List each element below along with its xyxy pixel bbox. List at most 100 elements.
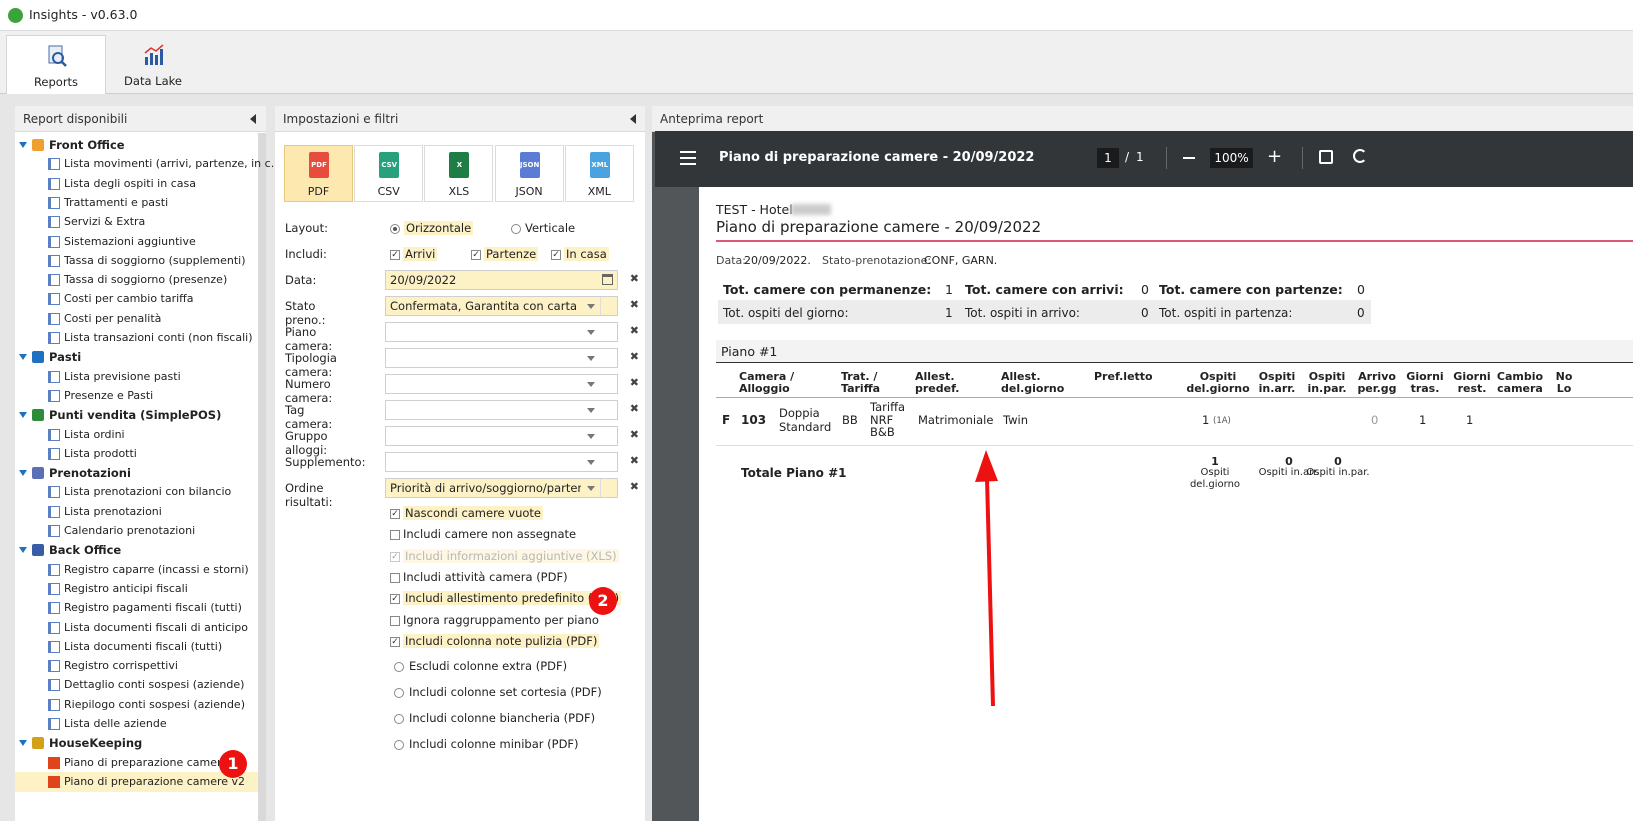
option-checkbox[interactable]: ✓ [390, 594, 400, 605]
tree-item[interactable]: Lista documenti fiscali di anticipo [15, 618, 258, 638]
includi-checkbox[interactable]: ✓ [390, 250, 400, 260]
dropdown-arrow-icon[interactable] [587, 408, 595, 413]
tree-item[interactable]: Servizi & Extra [15, 212, 258, 232]
tree-group[interactable]: Front Office [15, 135, 258, 155]
format-xml-button[interactable]: XML XML [564, 145, 634, 202]
clear-icon[interactable]: ✖ [630, 350, 639, 363]
clear-icon[interactable]: ✖ [630, 454, 639, 467]
tree-item[interactable]: Registro pagamenti fiscali (tutti) [15, 598, 258, 618]
tree-item[interactable]: Registro caparre (incassi e storni) [15, 560, 258, 580]
tree-item[interactable]: Riepilogo conti sospesi (aziende) [15, 695, 258, 715]
column-radio[interactable] [394, 740, 404, 750]
includi-checkbox[interactable]: ✓ [551, 250, 561, 260]
filter-field[interactable]: ✖ [385, 400, 639, 420]
option-checkbox[interactable] [390, 615, 400, 626]
scrollbar[interactable] [258, 133, 266, 821]
tree-item[interactable]: Sistemazioni aggiuntive [15, 232, 258, 252]
tree-item[interactable]: Presenze e Pasti [15, 386, 258, 406]
tab-reports[interactable]: Reports [6, 35, 106, 94]
dropdown-arrow-icon[interactable] [587, 356, 595, 361]
layout-radio[interactable] [390, 224, 400, 234]
tree-item[interactable]: Costi per penalità [15, 309, 258, 329]
expand-arrow-icon[interactable] [19, 412, 27, 419]
tree-group[interactable]: HouseKeeping [15, 733, 258, 753]
expand-arrow-icon[interactable] [19, 142, 27, 148]
tree-item[interactable]: Tassa di soggiorno (presenze) [15, 270, 258, 290]
tree-item[interactable]: Registro anticipi fiscali [15, 579, 258, 599]
tree-item[interactable]: Lista previsione pasti [15, 367, 258, 387]
format-csv-button[interactable]: CSV CSV [354, 145, 424, 202]
option-checkbox[interactable]: ✓ [390, 636, 400, 647]
tree-item[interactable]: Registro corrispettivi [15, 656, 258, 676]
tree-item[interactable]: Lista movimenti (arrivi, partenze, in c.… [15, 154, 281, 174]
dropdown-arrow-icon[interactable] [587, 382, 595, 387]
filter-field[interactable]: 20/09/2022 ✖ [385, 270, 639, 290]
collapse-middle-icon[interactable] [630, 114, 636, 124]
dropdown-arrow-icon[interactable] [587, 434, 595, 439]
tree-item[interactable]: Dettaglio conti sospesi (aziende) [15, 675, 258, 695]
calendar-icon[interactable] [602, 274, 613, 285]
dropdown-arrow-icon[interactable] [587, 330, 595, 335]
clear-icon[interactable]: ✖ [630, 324, 639, 337]
tree-item[interactable]: Lista degli ospiti in casa [15, 174, 258, 194]
clear-icon[interactable]: ✖ [630, 298, 639, 311]
option-checkbox[interactable]: ✓ [390, 509, 400, 519]
tree-item[interactable]: Calendario prenotazioni [15, 521, 258, 541]
format-xls-button[interactable]: X XLS [424, 145, 494, 202]
tab-data-lake[interactable]: Data Lake [104, 35, 202, 93]
clear-icon[interactable]: ✖ [630, 272, 639, 285]
collapse-left-icon[interactable] [250, 114, 256, 124]
clear-icon[interactable]: ✖ [630, 376, 639, 389]
tree-group[interactable]: Pasti [15, 347, 258, 367]
column-radio[interactable] [394, 688, 404, 698]
option-checkbox[interactable] [390, 530, 400, 541]
expand-arrow-icon[interactable] [19, 547, 27, 554]
zoom-in-icon[interactable]: + [1267, 146, 1282, 168]
expand-arrow-icon[interactable] [19, 470, 27, 477]
fit-page-icon[interactable] [1319, 150, 1333, 164]
tree-item[interactable]: Lista prenotazioni con bilancio [15, 482, 258, 502]
filter-field[interactable]: ✖ [385, 348, 639, 368]
filter-field[interactable]: ✖ [385, 426, 639, 446]
dropdown-arrow-icon[interactable] [587, 304, 595, 309]
tree-item[interactable]: Lista ordini [15, 425, 258, 445]
filter-field[interactable]: ✖ [385, 322, 639, 342]
tree-item[interactable]: Trattamenti e pasti [15, 193, 258, 213]
layout-radio[interactable] [511, 224, 521, 234]
expand-arrow-icon[interactable] [19, 354, 27, 361]
tree-item[interactable]: Lista documenti fiscali (tutti) [15, 637, 258, 657]
zoom-out-icon[interactable] [1183, 157, 1195, 159]
tree-item[interactable]: Lista prodotti [15, 444, 258, 464]
tree-group[interactable]: Prenotazioni [15, 463, 258, 483]
page-number-input[interactable]: 1 [1097, 148, 1119, 168]
rotate-icon[interactable] [1353, 149, 1367, 163]
filter-field[interactable]: ✖ [385, 452, 639, 472]
dropdown-arrow-icon[interactable] [587, 460, 595, 465]
tree-group[interactable]: Back Office [15, 540, 258, 560]
filter-field[interactable]: Priorità di arrivo/soggiorno/partenza ✖ [385, 478, 639, 498]
column-radio[interactable] [394, 714, 404, 724]
tree-item[interactable]: Lista prenotazioni [15, 502, 258, 522]
format-json-button[interactable]: JSON JSON [494, 145, 564, 202]
tree-item[interactable]: Lista transazioni conti (non fiscali) [15, 328, 258, 348]
includi-checkbox[interactable]: ✓ [471, 250, 481, 260]
filter-field[interactable]: ✖ [385, 374, 639, 394]
zoom-level[interactable]: 100% [1210, 148, 1253, 168]
format-pdf-button[interactable]: PDF PDF [284, 145, 353, 202]
clear-icon[interactable]: ✖ [630, 402, 639, 415]
tree-group[interactable]: Punti vendita (SimplePOS) [15, 405, 258, 425]
dropdown-arrow-icon[interactable] [587, 486, 595, 491]
filter-field[interactable]: Confermata, Garantita con carta di credi… [385, 296, 639, 316]
tree-item[interactable]: Lista delle aziende [15, 714, 258, 734]
tree-item[interactable]: Piano di preparazione camere v2 [15, 771, 258, 792]
option-checkbox[interactable]: ✓ [390, 551, 400, 562]
report-icon [48, 177, 60, 190]
tree-item[interactable]: Tassa di soggiorno (supplementi) [15, 251, 258, 271]
clear-icon[interactable]: ✖ [630, 480, 639, 493]
menu-icon[interactable] [680, 151, 696, 165]
option-checkbox[interactable] [390, 572, 400, 583]
column-radio[interactable] [394, 662, 404, 672]
clear-icon[interactable]: ✖ [630, 428, 639, 441]
tree-item[interactable]: Costi per cambio tariffa [15, 289, 258, 309]
expand-arrow-icon[interactable] [19, 740, 27, 747]
